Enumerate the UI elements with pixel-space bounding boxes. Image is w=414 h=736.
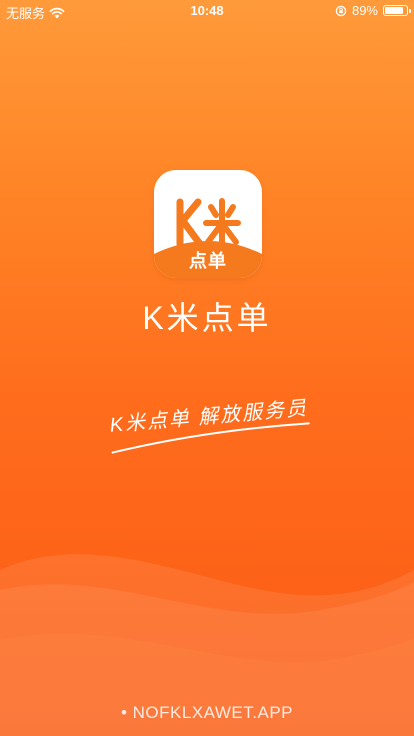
battery-fill [385,7,403,14]
orientation-lock-icon [335,5,347,16]
battery-icon [383,5,411,16]
app-icon: 点单 [154,170,262,278]
status-bar: 无服务 10:48 89% [0,0,414,22]
slogan-block: K米点单 解放服务员 [103,391,317,469]
app-icon-subtext: 点单 [189,251,227,271]
watermark-text: • NOFKLXAWET.APP [120,703,294,722]
status-right: 89% [335,3,411,18]
app-name-title: K米点单 [142,300,272,336]
battery-percent: 89% [351,3,378,18]
splash-screen: 无服务 10:48 89% 点单 K米点单 K米点单 解放服务员 • NOFKL… [0,0,414,736]
